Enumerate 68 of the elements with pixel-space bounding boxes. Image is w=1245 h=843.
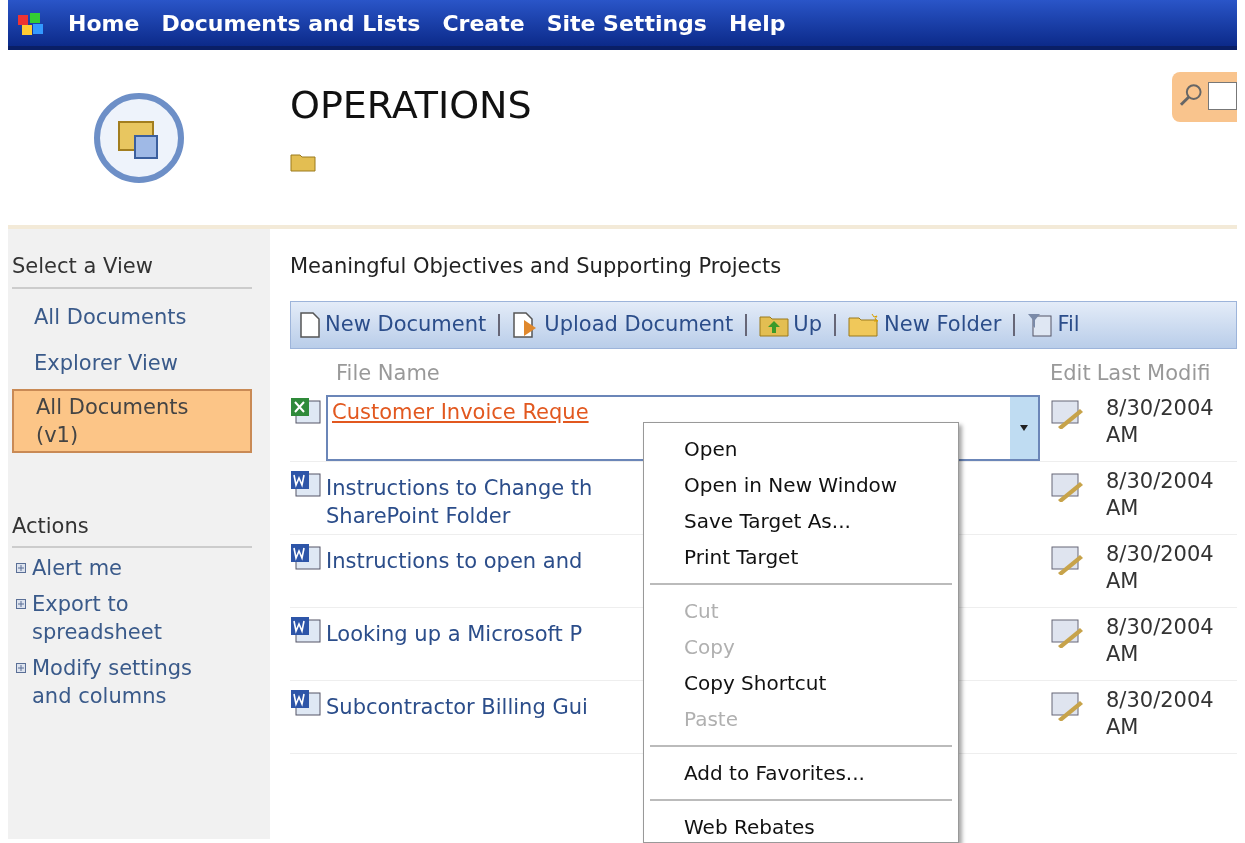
date-text: 8/30/2004: [1106, 467, 1214, 495]
time-text: AM: [1106, 494, 1140, 522]
edit-document-icon[interactable]: [1050, 690, 1084, 721]
list-title: Meaningful Objectives and Supporting Projects: [290, 253, 783, 280]
menu-item: Paste: [683, 706, 739, 733]
edit-document-icon[interactable]: [1050, 617, 1084, 648]
folder-icon: [290, 152, 316, 172]
bullet-icon: [16, 599, 26, 609]
time-text: AM: [1106, 713, 1140, 741]
edit-document-icon[interactable]: [1050, 544, 1084, 575]
new-folder-icon: [848, 312, 881, 337]
menu-item[interactable]: Web Rebates: [644, 809, 958, 842]
site-icon: [93, 91, 185, 184]
word-file-icon: [290, 469, 322, 498]
search-icon: [1178, 82, 1204, 108]
menu-item[interactable]: Print Target: [644, 539, 958, 575]
menu-item[interactable]: Copy Shortcut: [644, 665, 958, 701]
toolbar-button[interactable]: New Document: [299, 308, 487, 341]
section-heading: Select a View: [12, 251, 252, 289]
filter-icon: [1027, 311, 1054, 338]
bullet-icon: [16, 663, 26, 673]
nav-link[interactable]: Create: [442, 6, 525, 40]
bullet-icon: [16, 563, 26, 573]
view-link[interactable]: All Documents (v1): [12, 388, 252, 453]
time-text: AM: [1106, 640, 1140, 668]
nav-link[interactable]: Help: [728, 6, 786, 40]
search-field[interactable]: [1207, 82, 1237, 110]
toolbar-button[interactable]: Upload Document: [512, 308, 734, 341]
menu-item[interactable]: Open: [644, 431, 958, 467]
search-box[interactable]: [1172, 72, 1237, 122]
site-title: OPERATIONS: [290, 86, 533, 124]
time-text: AM: [1106, 567, 1140, 595]
action-link[interactable]: Modify settings and columns: [32, 654, 232, 710]
section-heading: Actions: [12, 510, 252, 548]
date-text: 8/30/2004: [1106, 686, 1214, 714]
toolbar-button[interactable]: Up: [759, 308, 823, 341]
nav-link[interactable]: Site Settings: [546, 6, 707, 40]
word-file-icon: [290, 688, 322, 717]
menu-item[interactable]: Save Target As...: [644, 503, 958, 539]
action-link[interactable]: Alert me: [32, 554, 232, 582]
date-text: 8/30/2004: [1106, 613, 1214, 641]
menu-item: Cut: [683, 598, 720, 625]
menu-item[interactable]: Add to Favorites...: [644, 755, 958, 791]
edit-document-icon[interactable]: [1050, 471, 1084, 502]
action-link[interactable]: Export to spreadsheet: [32, 590, 232, 646]
date-text: 8/30/2004: [1106, 394, 1214, 422]
edit-document-icon[interactable]: [1050, 398, 1084, 429]
caret-icon: [1020, 424, 1028, 431]
document-icon: [299, 311, 321, 338]
file-link[interactable]: Subcontractor Billing Gui: [326, 686, 626, 721]
word-file-icon: [290, 615, 322, 644]
nav-link[interactable]: Home: [68, 6, 140, 40]
view-link[interactable]: All Documents: [12, 296, 252, 337]
toolbar-button[interactable]: New Folder: [848, 308, 1002, 341]
nav-link[interactable]: Documents and Lists: [161, 6, 421, 40]
time-text: AM: [1106, 421, 1140, 449]
menu-item[interactable]: Open in New Window: [644, 467, 958, 503]
dropdown-button[interactable]: [1010, 396, 1038, 459]
file-link[interactable]: Looking up a Microsoft P: [326, 613, 626, 648]
toolbar-button[interactable]: Fil: [1027, 308, 1080, 341]
date-text: 8/30/2004: [1106, 540, 1214, 568]
menu-item: Copy: [683, 634, 736, 661]
file-link[interactable]: Instructions to Change th SharePoint Folder: [326, 467, 626, 530]
file-link[interactable]: Customer Invoice Reque: [332, 399, 589, 424]
view-link[interactable]: Explorer View: [12, 342, 252, 383]
spreadsheet-file-icon: [290, 396, 322, 425]
file-link[interactable]: Instructions to open and: [326, 540, 626, 575]
word-file-icon: [290, 542, 322, 571]
